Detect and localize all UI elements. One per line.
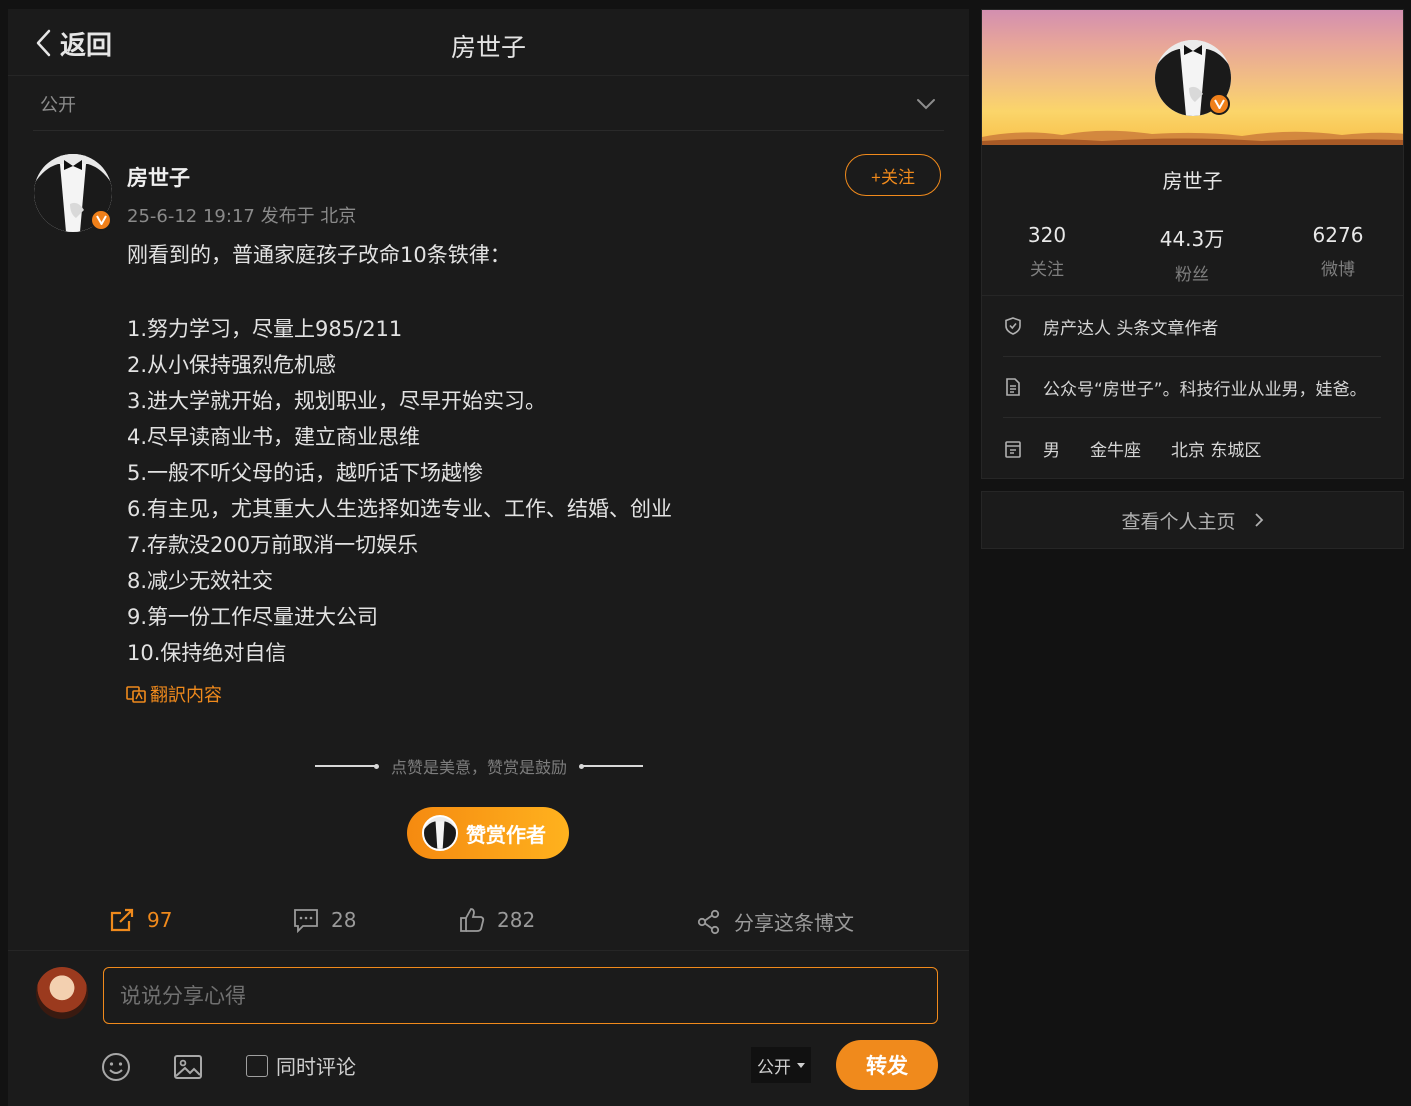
stat-value: 44.3万: [1159, 227, 1225, 251]
translate-label: 翻訳内容: [150, 685, 222, 706]
zodiac: 金牛座: [1090, 441, 1141, 461]
profile-name: 房世子: [1162, 169, 1223, 193]
stat-value: 6276: [1312, 223, 1364, 247]
profile-bio-row: 公众号“房世子”。科技行业从业男，娃爸。: [1003, 357, 1381, 418]
calendar-icon: [1005, 440, 1021, 458]
forward-button[interactable]: 转发: [836, 1040, 938, 1090]
post-headline: 刚看到的，普通家庭孩子改命10条铁律：: [127, 243, 511, 267]
reward-author-button[interactable]: 赞赏作者: [407, 807, 569, 859]
post-line: 4.尽早读商业书，建立商业思维: [127, 425, 421, 449]
emoji-button[interactable]: [100, 1051, 132, 1083]
divider-line: [315, 763, 379, 769]
post-line: 9.第一份工作尽量进大公司: [127, 605, 379, 629]
translate-icon: [126, 686, 146, 703]
stat-followers[interactable]: 44.3万 粉丝: [1132, 223, 1252, 285]
comment-icon: [294, 909, 318, 933]
post-line: 10.保持绝对自信: [127, 641, 287, 665]
post-line: 7.存款没200万前取消一切娱乐: [127, 533, 419, 557]
document-icon: [1006, 378, 1020, 396]
share-button[interactable]: 分享这条博文: [696, 907, 854, 936]
scope-value: 公开: [757, 1057, 791, 1078]
scope-select[interactable]: 公开: [751, 1047, 811, 1083]
post-line: 8.减少无效社交: [127, 569, 274, 593]
stat-label: 微博: [1321, 260, 1355, 280]
post-line: 1.努力学习，尽量上985/211: [127, 317, 403, 341]
stat-following[interactable]: 320 关注: [987, 223, 1107, 280]
stat-label: 关注: [1030, 260, 1064, 280]
translate-link[interactable]: 翻訳内容: [126, 681, 222, 707]
post-meta: 25-6-12 19:17 发布于 北京: [127, 206, 357, 227]
image-icon: [174, 1055, 202, 1079]
smiley-icon: [102, 1053, 130, 1081]
action-bar: 97 28 282 分享这条博文: [8, 889, 969, 951]
share-icon: [697, 909, 720, 934]
profile-card: 房世子 320 关注 44.3万 粉丝 6276 微博 房产达人 头条文章作者 …: [981, 9, 1404, 479]
comment-count: 28: [331, 908, 357, 932]
composer-toolbar: 同时评论 公开 转发: [8, 1039, 969, 1099]
comment-button[interactable]: 28: [293, 907, 356, 933]
share-label: 分享这条博文: [734, 911, 854, 935]
like-button[interactable]: 282: [459, 907, 535, 933]
verified-badge-icon: [90, 209, 112, 231]
view-profile-button[interactable]: 查看个人主页: [981, 491, 1404, 549]
mountain-silhouette: [982, 130, 1403, 145]
reward-hint: 点赞是美意，赞赏是鼓励: [315, 754, 644, 778]
stat-value: 320: [1027, 223, 1067, 247]
post-body: 刚看到的，普通家庭孩子改命10条铁律： 1.努力学习，尽量上985/211 2.…: [127, 239, 672, 671]
post-line: 3.进大学就开始，规划职业，尽早开始实习。: [127, 389, 547, 413]
repost-icon: [110, 908, 134, 932]
forward-comment-input[interactable]: [103, 967, 938, 1024]
author-mini-avatar: [422, 815, 458, 851]
also-comment-label: 同时评论: [276, 1055, 356, 1079]
post-author-name[interactable]: 房世子: [127, 162, 190, 192]
divider-line: [579, 763, 644, 769]
profile-badge-row: 房产达人 头条文章作者: [1003, 296, 1381, 357]
repost-count: 97: [147, 908, 173, 932]
verified-badge-icon: [1208, 93, 1230, 115]
visibility-dropdown[interactable]: 公开: [33, 77, 944, 131]
post-line: 2.从小保持强烈危机感: [127, 353, 337, 377]
stat-label: 粉丝: [1175, 265, 1209, 285]
also-comment-checkbox[interactable]: 同时评论: [246, 1051, 356, 1080]
profile-details-row: 男 金牛座 北京 东城区: [1003, 418, 1381, 478]
image-button[interactable]: [172, 1051, 204, 1083]
follow-button[interactable]: +关注: [845, 154, 941, 196]
caret-down-icon: [797, 1062, 805, 1068]
checkbox-box[interactable]: [246, 1054, 268, 1077]
current-user-avatar[interactable]: [36, 967, 88, 1019]
gender: 男: [1043, 441, 1060, 461]
like-count: 282: [497, 908, 536, 932]
stat-posts[interactable]: 6276 微博: [1278, 223, 1398, 280]
repost-button[interactable]: 97: [109, 907, 172, 933]
location: 北京 东城区: [1171, 441, 1262, 461]
top-bar: 返回 房世子: [8, 9, 969, 76]
post-line: 5.一般不听父母的话，越听话下场越惨: [127, 461, 484, 485]
shield-icon: [1005, 317, 1021, 335]
reward-button-label: 赞赏作者: [466, 824, 546, 847]
thumbs-up-icon: [460, 908, 485, 932]
visibility-label: 公开: [40, 94, 76, 116]
chevron-down-icon: [917, 98, 935, 109]
post-line: 6.有主见，尤其重大人生选择如选专业、工作、结婚、创业: [127, 497, 673, 521]
page-title: 房世子: [450, 33, 526, 62]
bio-text: 公众号“房世子”。科技行业从业男，娃爸。: [1043, 379, 1367, 400]
post-detail-panel: 返回 房世子 公开 房世子 25-6-12 19:17 发布于 北京 +关注 刚…: [8, 9, 969, 1106]
badge-text: 房产达人 头条文章作者: [1043, 318, 1219, 339]
reward-hint-text: 点赞是美意，赞赏是鼓励: [391, 758, 568, 777]
chevron-right-icon: [1254, 513, 1263, 527]
view-profile-label: 查看个人主页: [1121, 510, 1236, 533]
